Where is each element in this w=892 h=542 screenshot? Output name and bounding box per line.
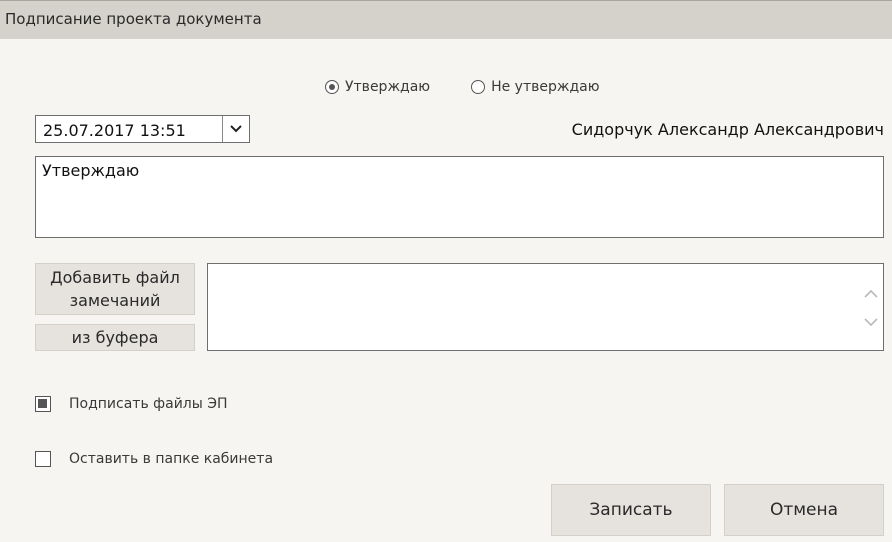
radio-reject-label[interactable]: Не утверждаю — [491, 79, 599, 95]
radio-approve[interactable]: Утверждаю — [325, 79, 430, 95]
radio-approve-label[interactable]: Утверждаю — [345, 79, 430, 95]
comment-textarea[interactable]: Утверждаю — [35, 156, 884, 238]
scroll-up-icon[interactable] — [863, 286, 879, 302]
sign-files-label[interactable]: Подписать файлы ЭП — [69, 396, 228, 412]
comment-text[interactable]: Утверждаю — [42, 161, 139, 180]
radio-approve-circle[interactable] — [325, 80, 339, 94]
scroll-down-icon[interactable] — [863, 314, 879, 330]
add-comment-file-button[interactable]: Добавить файл замечаний — [35, 263, 195, 315]
from-buffer-button[interactable]: из буфера — [35, 324, 195, 351]
date-select[interactable]: 25.07.2017 13:51 — [35, 115, 250, 143]
date-select-dropdown-button[interactable] — [222, 116, 249, 142]
save-button[interactable]: Записать — [551, 484, 711, 536]
chevron-down-icon — [230, 125, 242, 133]
attached-files-list[interactable] — [207, 263, 884, 351]
sign-files-checkbox[interactable] — [35, 396, 51, 412]
radio-reject[interactable]: Не утверждаю — [471, 79, 600, 95]
keep-in-folder-checkbox-row[interactable]: Оставить в папке кабинета — [35, 451, 273, 467]
keep-in-folder-label[interactable]: Оставить в папке кабинета — [69, 451, 273, 467]
decision-radio-group: Утверждаю Не утверждаю — [325, 79, 600, 95]
date-select-value: 25.07.2017 13:51 — [43, 121, 186, 140]
keep-in-folder-checkbox[interactable] — [35, 451, 51, 467]
sign-files-checkbox-row[interactable]: Подписать файлы ЭП — [35, 396, 228, 412]
dialog-title: Подписание проекта документа — [5, 10, 262, 28]
radio-reject-circle[interactable] — [471, 80, 486, 94]
signer-name: Сидорчук Александр Александрович — [571, 120, 884, 139]
cancel-button[interactable]: Отмена — [724, 484, 884, 536]
dialog-titlebar: Подписание проекта документа — [0, 0, 892, 39]
